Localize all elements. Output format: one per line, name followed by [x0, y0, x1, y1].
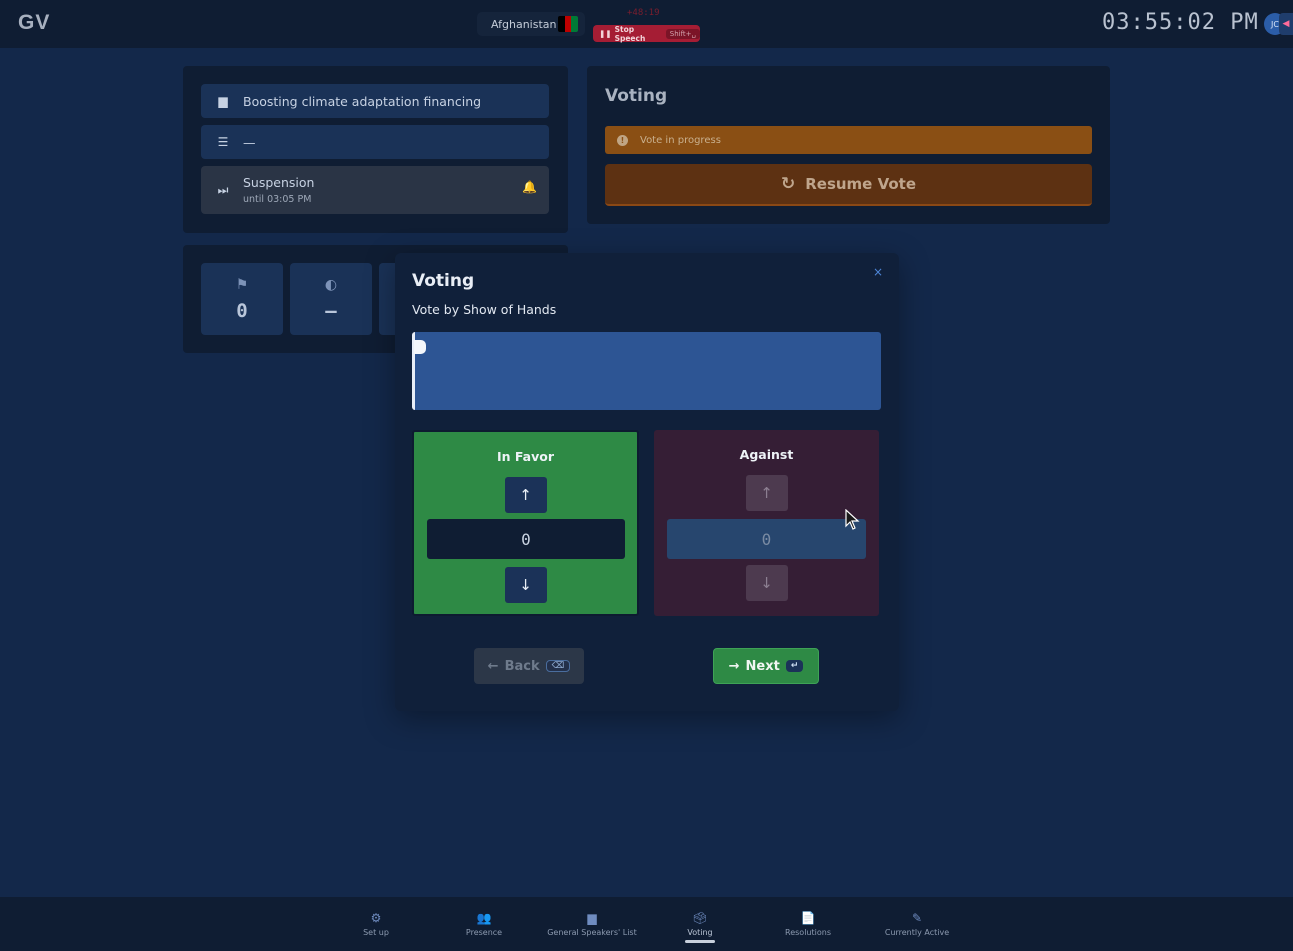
vote-status-alert: ! Vote in progress [605, 126, 1092, 154]
back-label: Back [504, 658, 540, 674]
against-count-input[interactable]: 0 [667, 519, 866, 559]
stop-speech-shortcut: Shift+␣ [665, 28, 700, 39]
people-icon: 👥 [476, 911, 492, 925]
nav-presence[interactable]: 👥 Presence [459, 897, 509, 951]
ballot-box-icon: 🗳 [692, 911, 708, 925]
next-button[interactable]: → Next ↵ [713, 648, 819, 684]
active-tab-indicator [685, 940, 715, 943]
in-favor-count-input[interactable]: 0 [427, 519, 625, 559]
mouse-cursor-icon [845, 509, 860, 530]
clock: 03:55:02 PM [1102, 10, 1259, 35]
nav-currently-active-label: Currently Active [884, 928, 950, 937]
enter-shortcut-icon: ↵ [785, 660, 804, 672]
vote-notes-textarea[interactable] [412, 332, 881, 410]
voting-card-title: Voting [605, 86, 668, 106]
next-label: Next [745, 658, 780, 674]
against-decrement-button[interactable]: ↓ [745, 565, 788, 601]
nav-setup[interactable]: ⚙ Set up [356, 897, 396, 951]
flag-icon: ⚑ [235, 276, 249, 293]
in-favor-increment-button[interactable]: ↑ [504, 477, 547, 513]
subtopic-row[interactable]: ☰ — [201, 125, 549, 159]
text-caret [414, 340, 426, 354]
voting-card: Voting ! Vote in progress ↻ Resume Vote [587, 66, 1110, 224]
podium-icon: ▆ [587, 911, 597, 925]
pause-icon: ❚❚ [599, 29, 612, 38]
status-row[interactable]: ⏭ Suspension until 03:05 PM 🔔 [201, 166, 549, 214]
layers-icon: ☰ [217, 135, 229, 149]
document-icon: 📄 [800, 911, 816, 925]
nav-resolutions-label: Resolutions [785, 928, 831, 937]
speech-overtime-timer: +48:19 [627, 8, 660, 18]
stat-majority-value: – [325, 299, 337, 322]
skip-forward-icon: ⏭ [217, 182, 229, 197]
against-increment-button[interactable]: ↑ [745, 475, 788, 511]
against-label: Against [739, 447, 794, 462]
nav-setup-label: Set up [363, 928, 389, 937]
file-pen-icon: ✎ [911, 911, 923, 925]
resume-vote-button[interactable]: ↻ Resume Vote [605, 164, 1092, 206]
in-favor-label: In Favor [496, 449, 555, 464]
stop-speech-label: Stop Speech [614, 24, 646, 43]
afghanistan-flag-icon [558, 16, 578, 32]
resume-vote-label: Resume Vote [805, 175, 917, 193]
app-logo: GV [18, 11, 51, 34]
backspace-shortcut-icon: ⌫ [545, 660, 571, 672]
sidebar-toggle-icon[interactable]: ◀ [1279, 13, 1293, 35]
in-favor-panel: In Favor ↑ 0 ↓ [412, 430, 639, 616]
back-button[interactable]: ← Back ⌫ [474, 648, 584, 684]
top-bar: GV Afghanistan +48:19 ❚❚ Stop Speech Shi… [0, 0, 1293, 48]
voting-modal: Voting × Vote by Show of Hands In Favor … [395, 253, 899, 711]
stop-speech-button[interactable]: ❚❚ Stop Speech Shift+␣ [593, 24, 700, 43]
bell-icon[interactable]: 🔔 [522, 180, 537, 194]
nav-presence-label: Presence [465, 928, 503, 937]
stat-flags: ⚑ 0 [201, 263, 283, 335]
stat-flags-value: 0 [236, 299, 248, 322]
arrow-right-icon: → [728, 658, 740, 674]
nav-resolutions[interactable]: 📄 Resolutions [783, 897, 833, 951]
topic-row[interactable]: ▆ Boosting climate adaptation financing [201, 84, 549, 118]
status-title: Suspension [243, 175, 315, 190]
subtopic-text: — [243, 134, 256, 150]
session-card: ▆ Boosting climate adaptation financing … [183, 66, 568, 233]
nav-voting[interactable]: 🗳 Voting [680, 897, 720, 951]
refresh-icon: ↻ [780, 174, 796, 194]
half-circle-icon: ◐ [324, 276, 338, 293]
stat-majority: ◐ – [290, 263, 372, 335]
status-until: until 03:05 PM [243, 194, 312, 205]
info-icon: ! [617, 134, 628, 146]
current-speaker-country: Afghanistan [491, 17, 557, 31]
arrow-left-icon: ← [487, 658, 499, 674]
bottom-nav: ⚙ Set up 👥 Presence ▆ General Speakers' … [0, 897, 1293, 951]
close-icon[interactable]: × [873, 265, 883, 279]
modal-title: Voting [412, 271, 475, 291]
gears-icon: ⚙ [370, 911, 382, 925]
in-favor-decrement-button[interactable]: ↓ [504, 567, 547, 603]
nav-voting-label: Voting [687, 928, 713, 937]
vote-status-text: Vote in progress [640, 134, 721, 146]
modal-subtitle: Vote by Show of Hands [412, 302, 557, 317]
podium-icon: ▆ [218, 94, 228, 108]
nav-currently-active[interactable]: ✎ Currently Active [884, 897, 950, 951]
current-speaker-pill[interactable]: Afghanistan [477, 12, 585, 36]
nav-gsl-label: General Speakers' List [547, 928, 637, 937]
nav-general-speakers-list[interactable]: ▆ General Speakers' List [546, 897, 638, 951]
topic-text: Boosting climate adaptation financing [243, 93, 482, 109]
